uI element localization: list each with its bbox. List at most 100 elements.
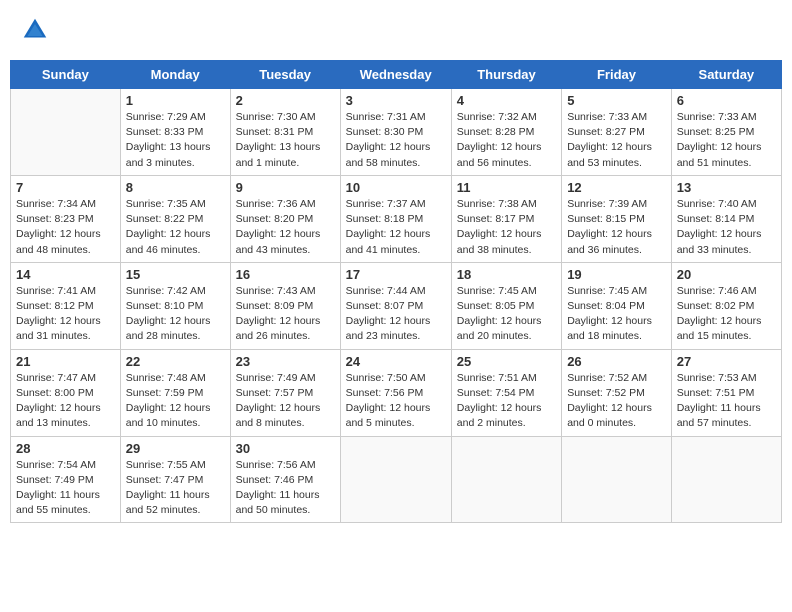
calendar-cell: 3Sunrise: 7:31 AM Sunset: 8:30 PM Daylig…: [340, 89, 451, 176]
day-info: Sunrise: 7:48 AM Sunset: 7:59 PM Dayligh…: [126, 371, 225, 432]
day-info: Sunrise: 7:33 AM Sunset: 8:25 PM Dayligh…: [677, 110, 776, 171]
calendar-cell: 7Sunrise: 7:34 AM Sunset: 8:23 PM Daylig…: [11, 175, 121, 262]
calendar-week-row: 1 Sunrise: 7:29 AM Sunset: 8:33 PM Daylig…: [11, 89, 782, 176]
day-number: 15: [126, 267, 225, 282]
day-info: Sunrise: 7:46 AM Sunset: 8:02 PM Dayligh…: [677, 284, 776, 345]
calendar-week-row: 7Sunrise: 7:34 AM Sunset: 8:23 PM Daylig…: [11, 175, 782, 262]
day-number: 24: [346, 354, 446, 369]
day-info: Sunrise: 7:51 AM Sunset: 7:54 PM Dayligh…: [457, 371, 556, 432]
day-number: 2: [236, 93, 335, 108]
day-number: 14: [16, 267, 115, 282]
day-info: Sunrise: 7:54 AM Sunset: 7:49 PM Dayligh…: [16, 458, 115, 519]
day-number: 25: [457, 354, 556, 369]
day-info: Sunrise: 7:44 AM Sunset: 8:07 PM Dayligh…: [346, 284, 446, 345]
day-info: Sunrise: 7:52 AM Sunset: 7:52 PM Dayligh…: [567, 371, 666, 432]
calendar-cell: 20 Sunrise: 7:46 AM Sunset: 8:02 PM Dayli…: [671, 262, 781, 349]
calendar-cell: 17 Sunrise: 7:44 AM Sunset: 8:07 PM Dayli…: [340, 262, 451, 349]
day-number: 18: [457, 267, 556, 282]
day-info: Sunrise: 7:39 AM Sunset: 8:15 PM Dayligh…: [567, 197, 666, 258]
weekday-header-saturday: Saturday: [671, 61, 781, 89]
weekday-header-sunday: Sunday: [11, 61, 121, 89]
day-info: Sunrise: 7:30 AM Sunset: 8:31 PM Dayligh…: [236, 110, 335, 171]
day-info: Sunrise: 7:41 AM Sunset: 8:12 PM Dayligh…: [16, 284, 115, 345]
calendar-cell: [11, 89, 121, 176]
calendar-cell: 24 Sunrise: 7:50 AM Sunset: 7:56 PM Dayli…: [340, 349, 451, 436]
day-number: 30: [236, 441, 335, 456]
day-info: Sunrise: 7:32 AM Sunset: 8:28 PM Dayligh…: [457, 110, 556, 171]
calendar-table: SundayMondayTuesdayWednesdayThursdayFrid…: [10, 60, 782, 523]
calendar-cell: 25 Sunrise: 7:51 AM Sunset: 7:54 PM Dayli…: [451, 349, 561, 436]
day-number: 23: [236, 354, 335, 369]
day-info: Sunrise: 7:40 AM Sunset: 8:14 PM Dayligh…: [677, 197, 776, 258]
day-number: 16: [236, 267, 335, 282]
day-number: 6: [677, 93, 776, 108]
day-info: Sunrise: 7:45 AM Sunset: 8:05 PM Dayligh…: [457, 284, 556, 345]
day-number: 8: [126, 180, 225, 195]
calendar-cell: [340, 436, 451, 523]
calendar-cell: 14 Sunrise: 7:41 AM Sunset: 8:12 PM Dayli…: [11, 262, 121, 349]
calendar-cell: 26 Sunrise: 7:52 AM Sunset: 7:52 PM Dayli…: [562, 349, 672, 436]
weekday-header-friday: Friday: [562, 61, 672, 89]
day-info: Sunrise: 7:35 AM Sunset: 8:22 PM Dayligh…: [126, 197, 225, 258]
day-number: 12: [567, 180, 666, 195]
day-info: Sunrise: 7:29 AM Sunset: 8:33 PM Dayligh…: [126, 110, 225, 171]
day-number: 7: [16, 180, 115, 195]
calendar-week-row: 21 Sunrise: 7:47 AM Sunset: 8:00 PM Dayli…: [11, 349, 782, 436]
day-info: Sunrise: 7:36 AM Sunset: 8:20 PM Dayligh…: [236, 197, 335, 258]
day-info: Sunrise: 7:47 AM Sunset: 8:00 PM Dayligh…: [16, 371, 115, 432]
calendar-cell: [562, 436, 672, 523]
weekday-header-monday: Monday: [120, 61, 230, 89]
page-header: [10, 10, 782, 50]
calendar-week-row: 28 Sunrise: 7:54 AM Sunset: 7:49 PM Dayli…: [11, 436, 782, 523]
calendar-cell: 4 Sunrise: 7:32 AM Sunset: 8:28 PM Daylig…: [451, 89, 561, 176]
day-number: 19: [567, 267, 666, 282]
day-number: 20: [677, 267, 776, 282]
day-info: Sunrise: 7:56 AM Sunset: 7:46 PM Dayligh…: [236, 458, 335, 519]
day-info: Sunrise: 7:43 AM Sunset: 8:09 PM Dayligh…: [236, 284, 335, 345]
day-number: 28: [16, 441, 115, 456]
calendar-cell: 11Sunrise: 7:38 AM Sunset: 8:17 PM Dayli…: [451, 175, 561, 262]
day-number: 29: [126, 441, 225, 456]
calendar-cell: 1 Sunrise: 7:29 AM Sunset: 8:33 PM Daylig…: [120, 89, 230, 176]
day-number: 27: [677, 354, 776, 369]
day-number: 11: [457, 180, 556, 195]
calendar-cell: 30 Sunrise: 7:56 AM Sunset: 7:46 PM Dayli…: [230, 436, 340, 523]
calendar-cell: 19 Sunrise: 7:45 AM Sunset: 8:04 PM Dayli…: [562, 262, 672, 349]
day-number: 1: [126, 93, 225, 108]
calendar-cell: 15 Sunrise: 7:42 AM Sunset: 8:10 PM Dayli…: [120, 262, 230, 349]
day-number: 17: [346, 267, 446, 282]
day-info: Sunrise: 7:33 AM Sunset: 8:27 PM Dayligh…: [567, 110, 666, 171]
logo: [20, 15, 54, 45]
calendar-cell: 5 Sunrise: 7:33 AM Sunset: 8:27 PM Daylig…: [562, 89, 672, 176]
day-number: 5: [567, 93, 666, 108]
day-number: 3: [346, 93, 446, 108]
day-info: Sunrise: 7:53 AM Sunset: 7:51 PM Dayligh…: [677, 371, 776, 432]
day-info: Sunrise: 7:42 AM Sunset: 8:10 PM Dayligh…: [126, 284, 225, 345]
day-number: 13: [677, 180, 776, 195]
calendar-cell: 18 Sunrise: 7:45 AM Sunset: 8:05 PM Dayli…: [451, 262, 561, 349]
weekday-header-wednesday: Wednesday: [340, 61, 451, 89]
calendar-cell: 16 Sunrise: 7:43 AM Sunset: 8:09 PM Dayli…: [230, 262, 340, 349]
calendar-cell: 28 Sunrise: 7:54 AM Sunset: 7:49 PM Dayli…: [11, 436, 121, 523]
day-number: 9: [236, 180, 335, 195]
day-info: Sunrise: 7:37 AM Sunset: 8:18 PM Dayligh…: [346, 197, 446, 258]
calendar-cell: 12 Sunrise: 7:39 AM Sunset: 8:15 PM Dayli…: [562, 175, 672, 262]
weekday-header-thursday: Thursday: [451, 61, 561, 89]
day-number: 4: [457, 93, 556, 108]
day-info: Sunrise: 7:50 AM Sunset: 7:56 PM Dayligh…: [346, 371, 446, 432]
day-number: 26: [567, 354, 666, 369]
calendar-cell: 29Sunrise: 7:55 AM Sunset: 7:47 PM Dayli…: [120, 436, 230, 523]
day-number: 21: [16, 354, 115, 369]
calendar-week-row: 14 Sunrise: 7:41 AM Sunset: 8:12 PM Dayli…: [11, 262, 782, 349]
calendar-cell: 13 Sunrise: 7:40 AM Sunset: 8:14 PM Dayli…: [671, 175, 781, 262]
calendar-cell: 10Sunrise: 7:37 AM Sunset: 8:18 PM Dayli…: [340, 175, 451, 262]
calendar-cell: 9 Sunrise: 7:36 AM Sunset: 8:20 PM Daylig…: [230, 175, 340, 262]
weekday-header-tuesday: Tuesday: [230, 61, 340, 89]
calendar-cell: 22 Sunrise: 7:48 AM Sunset: 7:59 PM Dayli…: [120, 349, 230, 436]
calendar-cell: 23Sunrise: 7:49 AM Sunset: 7:57 PM Dayli…: [230, 349, 340, 436]
calendar-cell: 6 Sunrise: 7:33 AM Sunset: 8:25 PM Daylig…: [671, 89, 781, 176]
day-number: 22: [126, 354, 225, 369]
logo-icon: [20, 15, 50, 45]
weekday-header-row: SundayMondayTuesdayWednesdayThursdayFrid…: [11, 61, 782, 89]
day-info: Sunrise: 7:45 AM Sunset: 8:04 PM Dayligh…: [567, 284, 666, 345]
